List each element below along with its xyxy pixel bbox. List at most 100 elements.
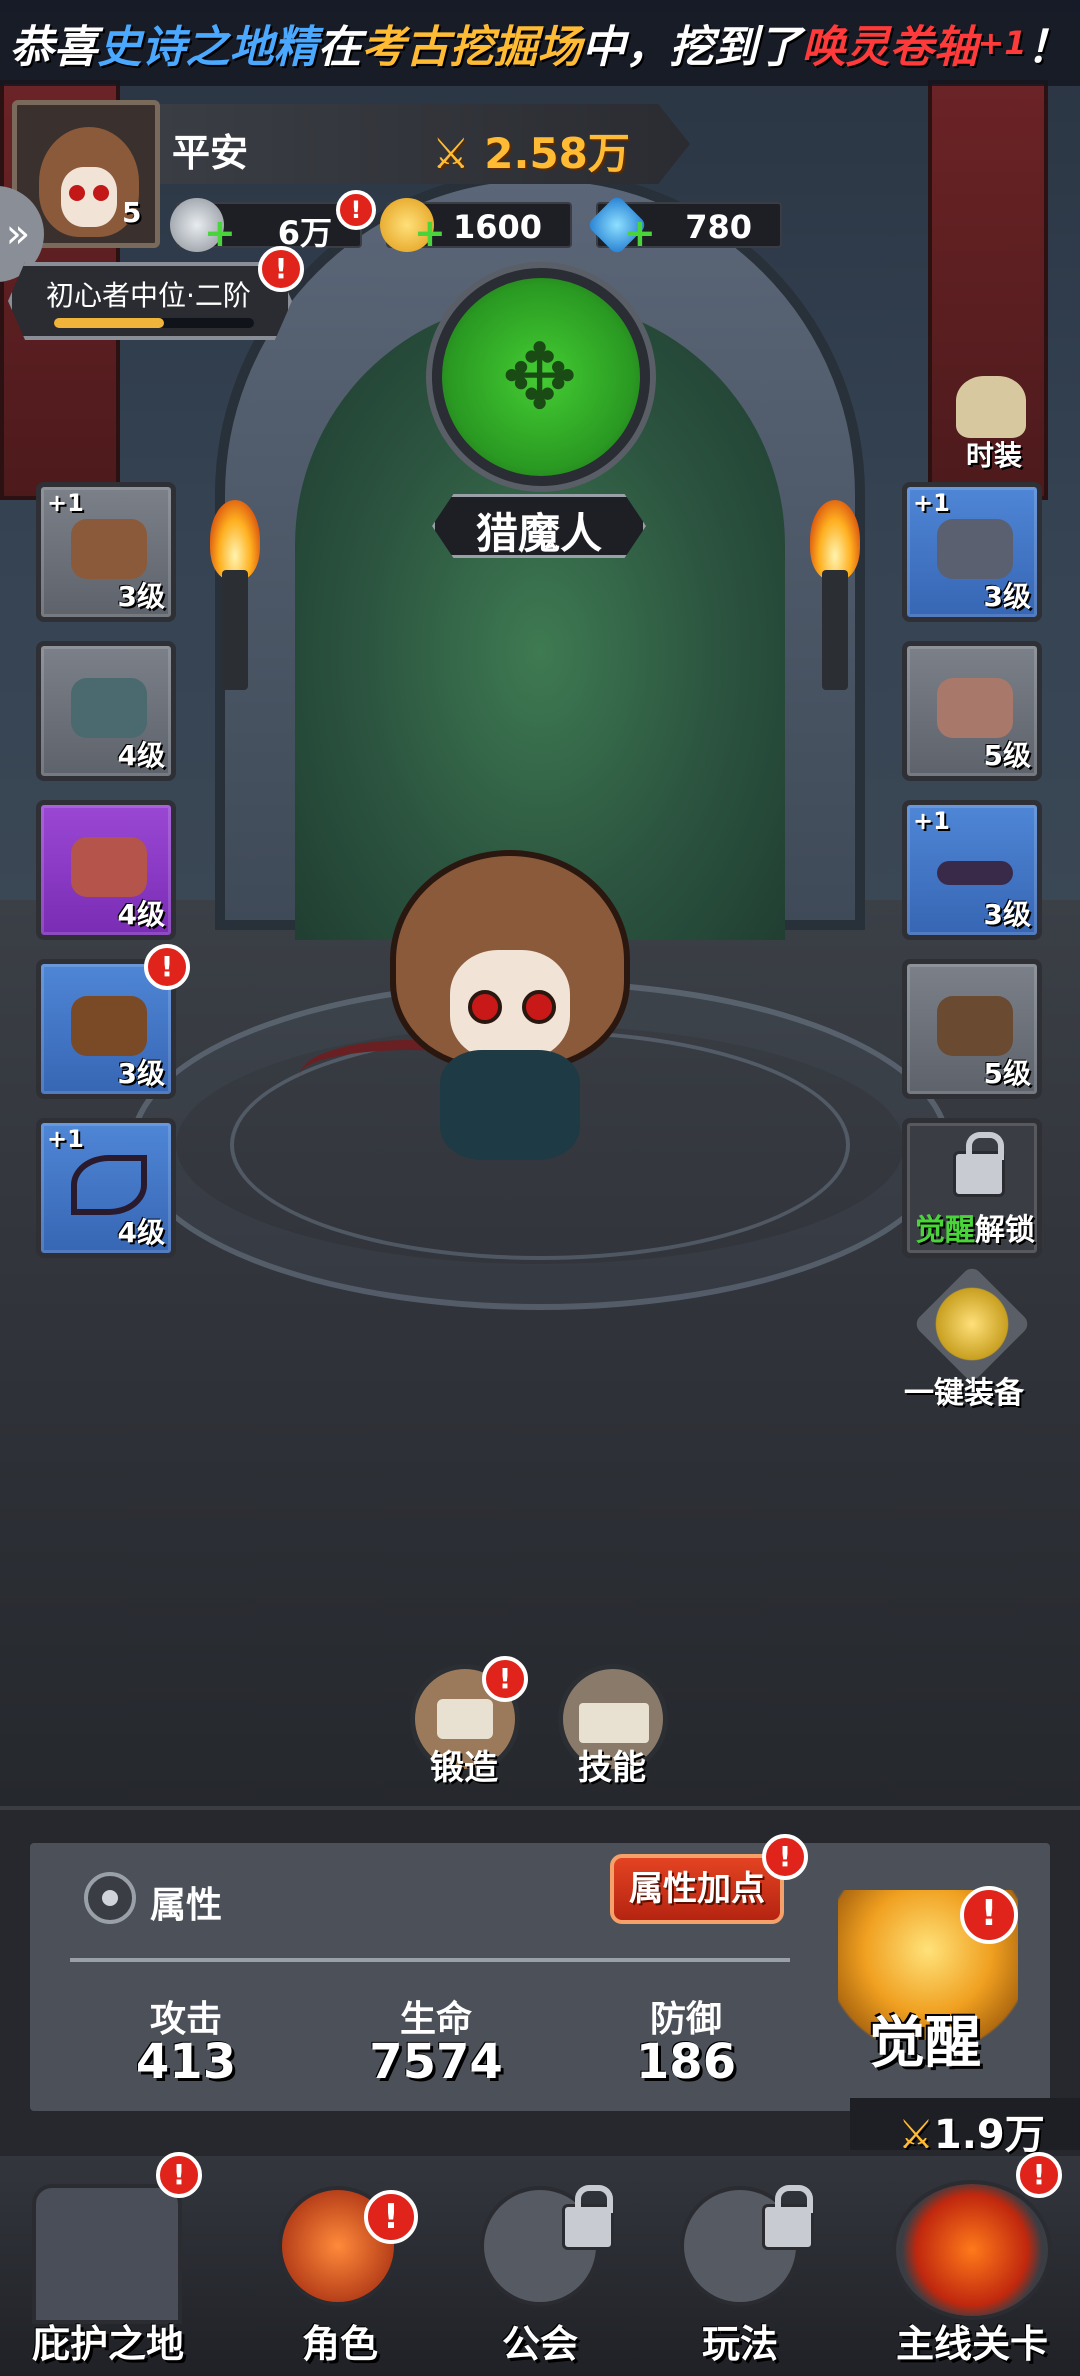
nav-character-alert-icon: ! — [364, 2190, 418, 2244]
enhance-level: +1 — [47, 1125, 84, 1153]
nav-gameplay[interactable]: 玩法 — [632, 2156, 848, 2376]
item-level: 3级 — [117, 1057, 165, 1090]
castle-icon — [32, 2184, 182, 2324]
player-level: 5 — [122, 196, 142, 229]
rank-progress-bar — [54, 318, 254, 328]
crossed-swords-icon: ⚔ — [432, 129, 485, 178]
enhance-level: +1 — [47, 489, 84, 517]
equip-slot-mask[interactable]: 4级 — [36, 641, 176, 781]
crossbow-icon: ✥ — [502, 325, 578, 430]
costume-icon — [956, 376, 1026, 438]
left-torch-icon — [200, 500, 270, 690]
silver-currency[interactable]: + 6万 — [170, 198, 362, 252]
item-level: 4级 — [117, 1216, 165, 1249]
enhance-level: +1 — [913, 807, 950, 835]
ticker-place: 考古挖掘场 — [361, 22, 582, 73]
equip-slot-bracer[interactable]: 5级 — [902, 641, 1042, 781]
costume-label: 时装 — [966, 439, 1023, 472]
one-click-equip-label: 一键装备 — [904, 1376, 1024, 1411]
player-name: 平安 — [172, 131, 249, 175]
eye-icon[interactable] — [84, 1872, 136, 1924]
equip-slot-boots[interactable]: 5级 — [902, 959, 1042, 1099]
costume-button[interactable]: 时装 — [946, 376, 1036, 472]
belt-icon — [937, 861, 1013, 885]
boots-icon — [937, 996, 1013, 1056]
anvil-icon — [437, 1699, 493, 1739]
ticker-item: 唤灵卷轴 — [801, 22, 978, 73]
pants-icon — [71, 996, 147, 1056]
add-points-button[interactable]: 属性加点 — [610, 1854, 784, 1924]
mask-icon — [71, 678, 147, 738]
gem-currency[interactable]: + 780 — [586, 194, 782, 256]
nav-main-stage-label: 主线关卡 — [895, 2322, 1048, 2366]
nav-sanctuary-label: 庇护之地 — [31, 2322, 184, 2366]
nav-guild[interactable]: 公会 — [432, 2156, 648, 2376]
awaken-power: ⚔1.9万 — [898, 2102, 1045, 2160]
awaken-unlock-slot[interactable]: 觉醒解锁 — [902, 1118, 1042, 1258]
combat-power: ⚔ 2.58万 — [432, 120, 630, 181]
add-points-alert-icon: ! — [762, 1834, 808, 1880]
pants-alert-icon: ! — [144, 944, 190, 990]
bow-icon — [71, 1155, 147, 1215]
nav-character-label: 角色 — [301, 2322, 378, 2366]
ticker-text: 在 — [317, 22, 362, 73]
right-torch-icon — [800, 500, 870, 690]
gold-value: 1600 — [452, 208, 542, 246]
awaken-power-value: 1.9万 — [933, 2112, 1045, 2158]
item-level: 3级 — [117, 580, 165, 613]
equip-slot-weapon[interactable]: +1 4级 — [36, 1118, 176, 1258]
ticker-text: ！ — [1026, 22, 1071, 73]
ticker-qty: +1 — [977, 24, 1027, 62]
add-silver-icon[interactable]: + — [204, 214, 236, 252]
enhance-level: +1 — [913, 489, 950, 517]
silver-alert-icon: ! — [336, 190, 376, 230]
add-gem-icon[interactable]: + — [624, 214, 656, 252]
cape-icon — [71, 837, 147, 897]
class-emblem[interactable]: ✥ — [432, 268, 650, 486]
armor-star-icon — [912, 1264, 1032, 1384]
item-level: 3级 — [983, 580, 1031, 613]
ticker-player: 史诗之地精 — [97, 22, 318, 73]
nav-sanctuary-alert-icon: ! — [156, 2152, 202, 2198]
ticker-text: 恭喜 — [9, 22, 98, 73]
defense-value: 186 — [635, 2034, 737, 2090]
class-name: 猎魔人 — [475, 509, 602, 558]
forge-alert-icon: ! — [482, 1656, 528, 1702]
item-level: 4级 — [117, 739, 165, 772]
ticker-text: 中，挖到了 — [581, 22, 802, 73]
bracer-icon — [937, 678, 1013, 738]
add-gold-icon[interactable]: + — [414, 214, 446, 252]
equip-slot-head[interactable]: +1 3级 — [36, 482, 176, 622]
hp-value: 7574 — [369, 2034, 503, 2090]
item-level: 3级 — [983, 898, 1031, 931]
nav-character[interactable]: 角色 — [232, 2156, 448, 2376]
item-level: 5级 — [983, 1057, 1031, 1090]
combat-power-value: 2.58万 — [484, 129, 630, 178]
armor-icon — [937, 519, 1013, 579]
demon-mask-icon — [892, 2180, 1052, 2320]
divider — [70, 1958, 790, 1962]
awaken-label[interactable]: 觉醒 — [840, 1998, 1010, 2079]
crossed-swords-icon: ⚔ — [898, 2112, 934, 2158]
gameplay-lock-icon — [762, 2185, 814, 2250]
item-level: 5级 — [983, 739, 1031, 772]
skill-label: 技能 — [578, 1748, 646, 1788]
equip-slot-armor[interactable]: +1 3级 — [902, 482, 1042, 622]
nav-main-stage-alert-icon: ! — [1016, 2152, 1062, 2198]
rank-label: 初心者中位·二阶 — [46, 279, 251, 312]
equip-slot-belt[interactable]: +1 3级 — [902, 800, 1042, 940]
gem-value: 780 — [685, 208, 752, 246]
nav-guild-label: 公会 — [501, 2322, 578, 2366]
item-level: 4级 — [117, 898, 165, 931]
rank-alert-icon: ! — [258, 246, 304, 292]
hero-character[interactable] — [300, 840, 700, 1180]
announcement-ticker: 恭喜 史诗之地精 在 考古挖掘场 中，挖到了 唤灵卷轴 +1 ！ — [0, 0, 1080, 86]
nav-gameplay-label: 玩法 — [701, 2322, 778, 2366]
awaken-unlock-label: 觉醒解锁 — [915, 1213, 1035, 1248]
gold-currency[interactable]: + 1600 — [380, 198, 572, 252]
equip-slot-cape[interactable]: 4级 — [36, 800, 176, 940]
one-click-equip-button[interactable]: 一键装备 — [900, 1264, 1040, 1422]
lock-icon — [953, 1132, 1005, 1197]
forge-label: 锻造 — [430, 1748, 498, 1788]
attribute-title: 属性 — [150, 1885, 223, 1926]
